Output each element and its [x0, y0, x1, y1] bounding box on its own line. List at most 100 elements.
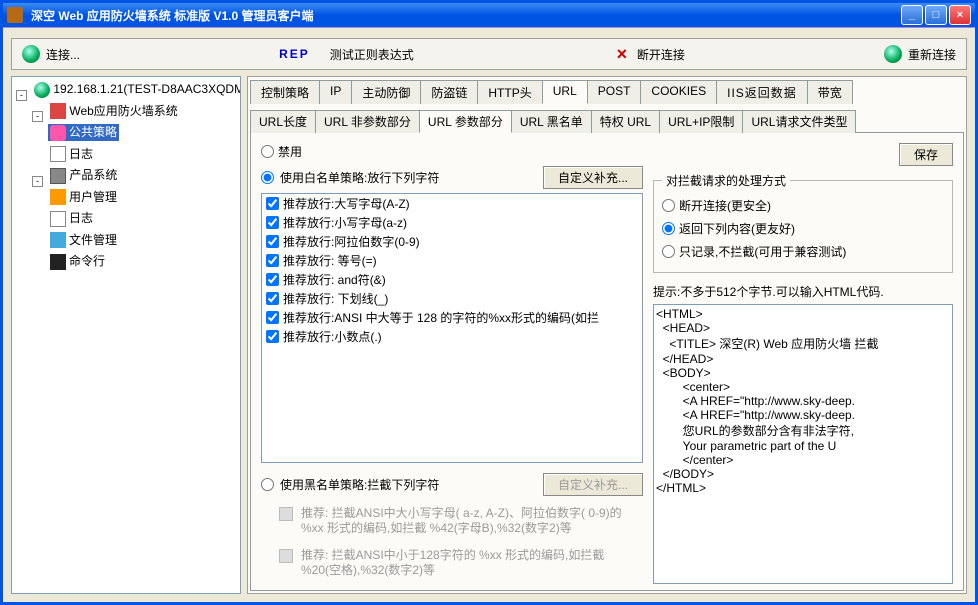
tree-product[interactable]: 产品系统: [48, 167, 119, 184]
whitelist-checkbox[interactable]: [266, 311, 279, 324]
close-button[interactable]: ×: [949, 5, 971, 25]
handling-fieldset: 对拦截请求的处理方式 断开连接(更安全) 返回下列内容(更友好): [653, 172, 953, 273]
radio-disable[interactable]: [261, 145, 274, 158]
whitelist-item-label: 推荐放行:小写字母(a-z): [283, 214, 407, 231]
main-tab-0[interactable]: 控制策略: [250, 80, 320, 104]
toolbar-connect-label: 连接...: [46, 46, 80, 63]
blacklist-hint-1: 推荐: 拦截ANSI中大小写字母( a-z, A-Z)、阿拉伯数字( 0-9)的…: [279, 506, 643, 536]
whitelist-item[interactable]: 推荐放行:大写字母(A-Z): [262, 194, 642, 213]
whitelist-item[interactable]: 推荐放行:小写字母(a-z): [262, 213, 642, 232]
whitelist-item[interactable]: 推荐放行:ANSI 中大等于 128 的字符的%xx形式的编码(如拦: [262, 308, 642, 327]
sub-tab-2[interactable]: URL 参数部分: [419, 110, 512, 133]
handling-legend: 对拦截请求的处理方式: [662, 172, 790, 189]
toolbar-connect[interactable]: 连接...: [12, 39, 90, 69]
radio-whitelist[interactable]: [261, 171, 274, 184]
sub-tab-3[interactable]: URL 黑名单: [511, 110, 592, 133]
tree-waf[interactable]: Web应用防火墙系统: [48, 103, 179, 120]
whitelist-checkbox[interactable]: [266, 197, 279, 210]
maximize-button[interactable]: □: [925, 5, 947, 25]
handle-logonly-label: 只记录,不拦截(可用于兼容测试): [679, 243, 846, 260]
tree-cmd[interactable]: 命令行: [48, 253, 107, 270]
tree-expander[interactable]: -: [32, 111, 43, 122]
radio-handle-return[interactable]: [662, 222, 675, 235]
whitelist-item-label: 推荐放行:小数点(.): [283, 328, 382, 345]
custom-add-whitelist-button[interactable]: 自定义补充...: [543, 166, 643, 189]
whitelist-item-label: 推荐放行:大写字母(A-Z): [283, 195, 410, 212]
tree-expander[interactable]: -: [32, 176, 43, 187]
radio-blacklist[interactable]: [261, 478, 274, 491]
tree-root[interactable]: 192.168.1.21(TEST-D8AAC3XQDM): [32, 81, 241, 98]
whitelist-checkbox[interactable]: [266, 330, 279, 343]
sub-tab-1[interactable]: URL 非参数部分: [315, 110, 420, 133]
main-tab-5[interactable]: URL: [542, 80, 588, 104]
connect-icon: [22, 45, 40, 63]
whitelist-checkbox[interactable]: [266, 273, 279, 286]
whitelist-checkbox[interactable]: [266, 216, 279, 229]
app-icon: [7, 7, 23, 23]
log-icon: [50, 146, 66, 162]
main-tab-1[interactable]: IP: [319, 80, 352, 104]
toolbar-reconnect[interactable]: 重新连接: [874, 39, 966, 69]
main-tab-9[interactable]: 带宽: [807, 80, 853, 104]
log-icon: [50, 211, 66, 227]
toolbar: 连接... REP 测试正则表达式 × 断开连接 重新连接: [11, 38, 967, 70]
rep-label: REP: [279, 47, 310, 61]
radio-blacklist-label: 使用黑名单策略:拦截下列字符: [280, 476, 439, 493]
tree-user-mgmt[interactable]: 用户管理: [48, 189, 119, 206]
toolbar-disconnect[interactable]: × 断开连接: [603, 39, 695, 69]
save-button[interactable]: 保存: [899, 143, 953, 166]
sub-tab-5[interactable]: URL+IP限制: [659, 110, 743, 133]
titlebar: 深空 Web 应用防火墙系统 标准版 V1.0 管理员客户端 _ □ ×: [3, 3, 975, 27]
whitelist-item[interactable]: 推荐放行: and符(&): [262, 270, 642, 289]
whitelist-item[interactable]: 推荐放行: 等号(=): [262, 251, 642, 270]
radio-handle-disconnect[interactable]: [662, 199, 675, 212]
tree-log[interactable]: 日志: [48, 146, 95, 163]
tree-log[interactable]: 日志: [48, 210, 95, 227]
main-tab-3[interactable]: 防盗链: [420, 80, 478, 104]
whitelist-item[interactable]: 推荐放行:小数点(.): [262, 327, 642, 346]
globe-icon: [34, 82, 50, 98]
response-hint: 提示:不多于512个字节.可以输入HTML代码.: [653, 283, 953, 300]
custom-add-blacklist-button[interactable]: 自定义补充...: [543, 473, 643, 496]
toolbar-rep[interactable]: REP: [269, 39, 320, 69]
tree-public-policy[interactable]: 公共策略: [48, 124, 119, 141]
bullet-icon: [279, 507, 293, 521]
sub-tab-4[interactable]: 特权 URL: [591, 110, 660, 133]
radio-handle-logonly[interactable]: [662, 245, 675, 258]
radio-disable-label: 禁用: [278, 143, 302, 160]
toolbar-test-regex[interactable]: 测试正则表达式: [320, 39, 424, 69]
sub-tabs: URL长度URL 非参数部分URL 参数部分URL 黑名单特权 URLURL+I…: [250, 109, 964, 132]
tree-expander[interactable]: -: [16, 90, 27, 101]
whitelist-item-label: 推荐放行: 等号(=): [283, 252, 377, 269]
main-tab-6[interactable]: POST: [587, 80, 642, 104]
main-tab-7[interactable]: COOKIES: [640, 80, 717, 104]
whitelist-item-label: 推荐放行:阿拉伯数字(0-9): [283, 233, 420, 250]
sub-tab-6[interactable]: URL请求文件类型: [742, 110, 856, 133]
disconnect-label: 断开连接: [637, 46, 685, 63]
main-tab-4[interactable]: HTTP头: [477, 80, 542, 104]
whitelist-checkbox[interactable]: [266, 235, 279, 248]
handle-return-label: 返回下列内容(更友好): [679, 220, 795, 237]
users-icon: [50, 189, 66, 205]
reconnect-label: 重新连接: [908, 46, 956, 63]
whitelist-checkbox[interactable]: [266, 254, 279, 267]
sub-tab-0[interactable]: URL长度: [250, 110, 316, 133]
product-icon: [50, 168, 66, 184]
whitelist-listbox[interactable]: 推荐放行:大写字母(A-Z) 推荐放行:小写字母(a-z) 推荐放行:阿拉伯数字(0…: [261, 193, 643, 463]
test-regex-label: 测试正则表达式: [330, 46, 414, 63]
main-tabs: 控制策略IP主动防御防盗链HTTP头URLPOSTCOOKIESIIS返回数据带…: [250, 79, 964, 103]
whitelist-item[interactable]: 推荐放行:阿拉伯数字(0-9): [262, 232, 642, 251]
firewall-icon: [50, 103, 66, 119]
response-body-textarea[interactable]: <HTML> <HEAD> <TITLE> 深空(R) Web 应用防火墙 拦截…: [653, 304, 953, 584]
whitelist-item[interactable]: 推荐放行: 下划线(_): [262, 289, 642, 308]
disconnect-icon: ×: [613, 45, 631, 63]
whitelist-item-label: 推荐放行:ANSI 中大等于 128 的字符的%xx形式的编码(如拦: [283, 309, 599, 326]
bullet-icon: [279, 549, 293, 563]
main-tab-2[interactable]: 主动防御: [351, 80, 421, 104]
main-tab-8[interactable]: IIS返回数据: [716, 80, 808, 104]
tree-view[interactable]: - 192.168.1.21(TEST-D8AAC3XQDM) - Web应用防…: [11, 76, 241, 594]
tree-file-mgmt[interactable]: 文件管理: [48, 232, 119, 249]
whitelist-checkbox[interactable]: [266, 292, 279, 305]
minimize-button[interactable]: _: [901, 5, 923, 25]
reconnect-icon: [884, 45, 902, 63]
